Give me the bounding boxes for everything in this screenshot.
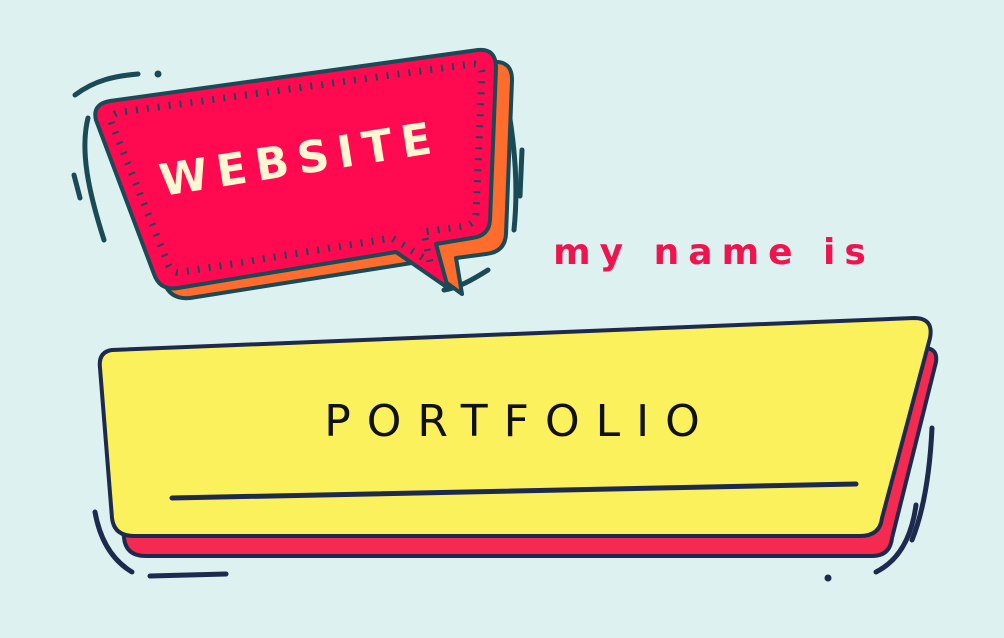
- illustration-canvas: WEBSITE my name is PORTFOLIO: [71, 47, 939, 582]
- name-plate: PORTFOLIO: [92, 316, 939, 582]
- speech-bubble-badge: WEBSITE: [71, 47, 525, 301]
- tagline: my name is: [553, 232, 875, 273]
- name-text: PORTFOLIO: [324, 396, 715, 447]
